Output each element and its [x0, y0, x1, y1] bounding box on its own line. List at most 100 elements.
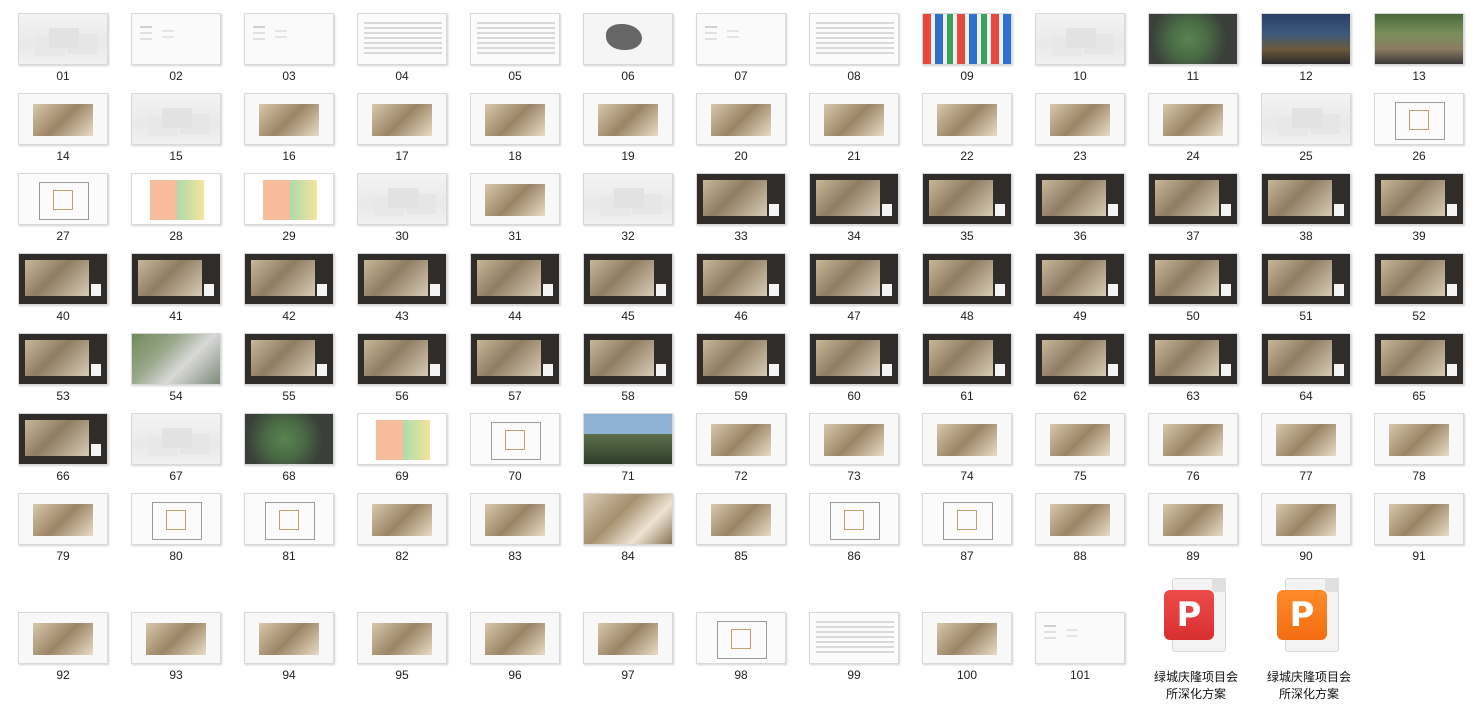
- thumbnail-item[interactable]: 52: [1356, 240, 1469, 323]
- thumbnail-item[interactable]: 62: [1017, 320, 1130, 403]
- thumbnail-item[interactable]: 94: [226, 599, 339, 682]
- thumbnail-item[interactable]: 19: [565, 80, 678, 163]
- thumbnail-item[interactable]: 95: [339, 599, 452, 682]
- thumbnail-item[interactable]: 90: [1243, 480, 1356, 563]
- thumbnail-item[interactable]: 45: [565, 240, 678, 323]
- thumbnail-item[interactable]: 26: [1356, 80, 1469, 163]
- thumbnail-item[interactable]: 92: [0, 599, 113, 682]
- file-item-1[interactable]: P 绿城庆隆项目会 所深化方案: [1136, 578, 1256, 701]
- thumbnail-item[interactable]: 87: [904, 480, 1017, 563]
- thumbnail-item[interactable]: 43: [339, 240, 452, 323]
- thumbnail-item[interactable]: 31: [452, 160, 565, 243]
- thumbnail-item[interactable]: 28: [113, 160, 226, 243]
- thumbnail-item[interactable]: 83: [452, 480, 565, 563]
- thumbnail-item[interactable]: 91: [1356, 480, 1469, 563]
- thumbnail-item[interactable]: 18: [452, 80, 565, 163]
- thumbnail-item[interactable]: 54: [113, 320, 226, 403]
- thumbnail-item[interactable]: 75: [1017, 400, 1130, 483]
- thumbnail-item[interactable]: 15: [113, 80, 226, 163]
- thumbnail-item[interactable]: 27: [0, 160, 113, 243]
- thumbnail-item[interactable]: 50: [1130, 240, 1243, 323]
- thumbnail-item[interactable]: 47: [791, 240, 904, 323]
- thumbnail-item[interactable]: 82: [339, 480, 452, 563]
- thumbnail-item[interactable]: 63: [1130, 320, 1243, 403]
- thumbnail-item[interactable]: 08: [791, 0, 904, 83]
- thumbnail-item[interactable]: 80: [113, 480, 226, 563]
- thumbnail-item[interactable]: 101: [1017, 599, 1130, 682]
- thumbnail-item[interactable]: 72: [678, 400, 791, 483]
- thumbnail-item[interactable]: 23: [1017, 80, 1130, 163]
- thumbnail-item[interactable]: 29: [226, 160, 339, 243]
- thumbnail-item[interactable]: 14: [0, 80, 113, 163]
- thumbnail-item[interactable]: 84: [565, 480, 678, 563]
- thumbnail-item[interactable]: 03: [226, 0, 339, 83]
- thumbnail-item[interactable]: 81: [226, 480, 339, 563]
- thumbnail-item[interactable]: 42: [226, 240, 339, 323]
- thumbnail-item[interactable]: 40: [0, 240, 113, 323]
- thumbnail-item[interactable]: 58: [565, 320, 678, 403]
- thumbnail-item[interactable]: 59: [678, 320, 791, 403]
- thumbnail-item[interactable]: 02: [113, 0, 226, 83]
- thumbnail-item[interactable]: 38: [1243, 160, 1356, 243]
- thumbnail-item[interactable]: 17: [339, 80, 452, 163]
- thumbnail-item[interactable]: 44: [452, 240, 565, 323]
- thumbnail-item[interactable]: 24: [1130, 80, 1243, 163]
- thumbnail-item[interactable]: 55: [226, 320, 339, 403]
- thumbnail-item[interactable]: 30: [339, 160, 452, 243]
- thumbnail-item[interactable]: 66: [0, 400, 113, 483]
- thumbnail-item[interactable]: 57: [452, 320, 565, 403]
- thumbnail-item[interactable]: 70: [452, 400, 565, 483]
- thumbnail-item[interactable]: 86: [791, 480, 904, 563]
- thumbnail-item[interactable]: 67: [113, 400, 226, 483]
- thumbnail-item[interactable]: 51: [1243, 240, 1356, 323]
- thumbnail-item[interactable]: 04: [339, 0, 452, 83]
- thumbnail-item[interactable]: 32: [565, 160, 678, 243]
- thumbnail-item[interactable]: 71: [565, 400, 678, 483]
- thumbnail-item[interactable]: 11: [1130, 0, 1243, 83]
- thumbnail-item[interactable]: 85: [678, 480, 791, 563]
- thumbnail-item[interactable]: 73: [791, 400, 904, 483]
- thumbnail-item[interactable]: 96: [452, 599, 565, 682]
- thumbnail-item[interactable]: 39: [1356, 160, 1469, 243]
- thumbnail-item[interactable]: 53: [0, 320, 113, 403]
- thumbnail-item[interactable]: 68: [226, 400, 339, 483]
- thumbnail-item[interactable]: 61: [904, 320, 1017, 403]
- thumbnail-item[interactable]: 69: [339, 400, 452, 483]
- thumbnail-item[interactable]: 74: [904, 400, 1017, 483]
- thumbnail-item[interactable]: 13: [1356, 0, 1469, 83]
- thumbnail-item[interactable]: 34: [791, 160, 904, 243]
- thumbnail-item[interactable]: 22: [904, 80, 1017, 163]
- thumbnail-item[interactable]: 76: [1130, 400, 1243, 483]
- thumbnail-item[interactable]: 49: [1017, 240, 1130, 323]
- thumbnail-item[interactable]: 98: [678, 599, 791, 682]
- thumbnail-item[interactable]: 99: [791, 599, 904, 682]
- thumbnail-item[interactable]: 48: [904, 240, 1017, 323]
- thumbnail-item[interactable]: 56: [339, 320, 452, 403]
- thumbnail-item[interactable]: 97: [565, 599, 678, 682]
- thumbnail-item[interactable]: 64: [1243, 320, 1356, 403]
- thumbnail-item[interactable]: 21: [791, 80, 904, 163]
- thumbnail-item[interactable]: 20: [678, 80, 791, 163]
- thumbnail-item[interactable]: 79: [0, 480, 113, 563]
- thumbnail-item[interactable]: 05: [452, 0, 565, 83]
- thumbnail-item[interactable]: 25: [1243, 80, 1356, 163]
- thumbnail-item[interactable]: 100: [904, 599, 1017, 682]
- thumbnail-item[interactable]: 33: [678, 160, 791, 243]
- thumbnail-item[interactable]: 16: [226, 80, 339, 163]
- thumbnail-item[interactable]: 41: [113, 240, 226, 323]
- thumbnail-item[interactable]: 12: [1243, 0, 1356, 83]
- thumbnail-item[interactable]: 07: [678, 0, 791, 83]
- thumbnail-item[interactable]: 77: [1243, 400, 1356, 483]
- thumbnail-item[interactable]: 65: [1356, 320, 1469, 403]
- thumbnail-item[interactable]: 06: [565, 0, 678, 83]
- thumbnail-item[interactable]: 89: [1130, 480, 1243, 563]
- thumbnail-item[interactable]: 46: [678, 240, 791, 323]
- thumbnail-item[interactable]: 10: [1017, 0, 1130, 83]
- thumbnail-item[interactable]: 60: [791, 320, 904, 403]
- thumbnail-item[interactable]: 35: [904, 160, 1017, 243]
- thumbnail-item[interactable]: 88: [1017, 480, 1130, 563]
- file-item-2[interactable]: P 绿城庆隆项目会 所深化方案: [1249, 578, 1369, 701]
- thumbnail-item[interactable]: 36: [1017, 160, 1130, 243]
- thumbnail-item[interactable]: 37: [1130, 160, 1243, 243]
- thumbnail-item[interactable]: 93: [113, 599, 226, 682]
